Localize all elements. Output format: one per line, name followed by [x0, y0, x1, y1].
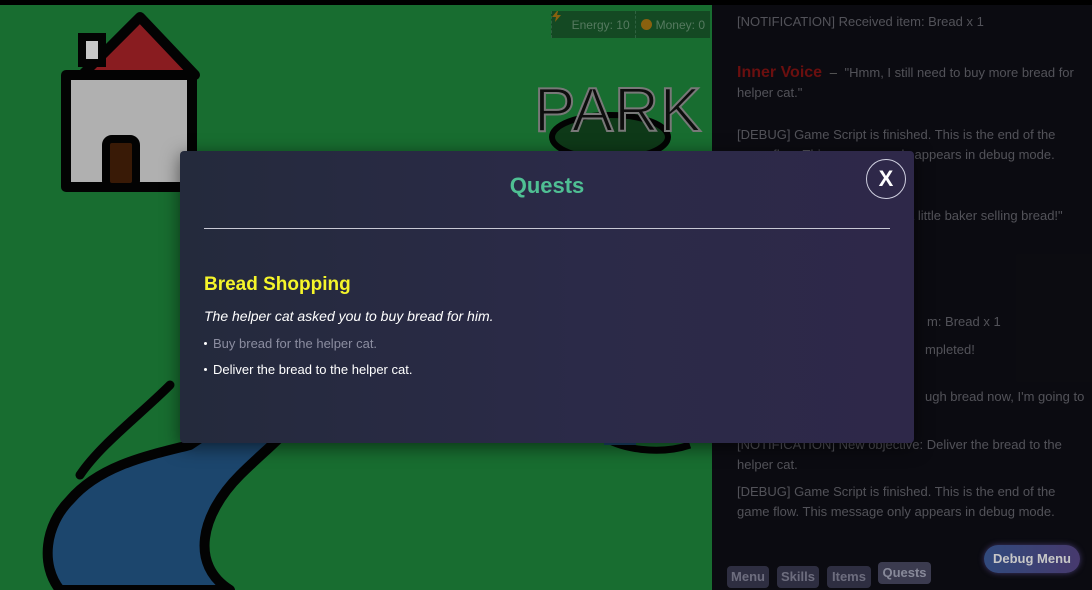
objective-text: Buy bread for the helper cat. — [213, 336, 378, 351]
quest-title: Bread Shopping — [204, 274, 351, 295]
bullet-icon — [204, 342, 207, 345]
quest-description: The helper cat asked you to buy bread fo… — [204, 308, 494, 324]
divider — [204, 228, 890, 229]
quest-objective-completed: Buy bread for the helper cat. — [204, 336, 377, 351]
quest-objective-active: Deliver the bread to the helper cat. — [204, 362, 412, 377]
bullet-icon — [204, 368, 207, 371]
close-button[interactable]: X — [866, 159, 906, 199]
game-screen: PARK Energy: 10 Money: 0 [NOTIFICATION] … — [0, 0, 1092, 590]
objective-text: Deliver the bread to the helper cat. — [213, 362, 413, 377]
modal-title: Quests — [509, 173, 585, 198]
quests-modal: Quests X Bread Shopping The helper cat a… — [180, 151, 914, 443]
